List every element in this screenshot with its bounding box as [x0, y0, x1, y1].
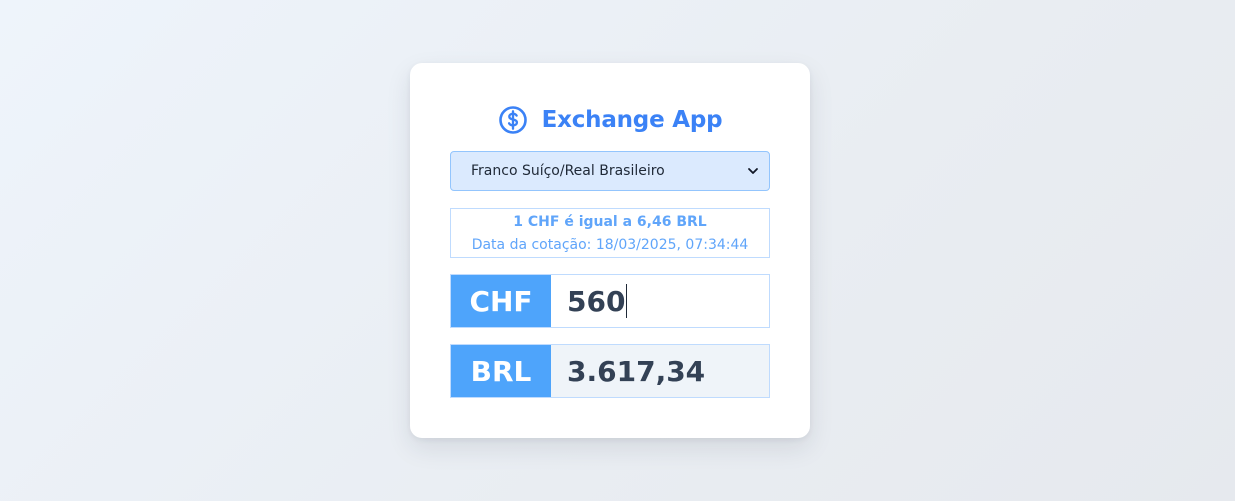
- currency-pair-select[interactable]: Franco Suíço/Real Brasileiro: [450, 151, 770, 191]
- target-currency-row: BRL 3.617,34: [450, 344, 770, 398]
- dollar-circle-icon: [498, 105, 528, 135]
- chevron-down-icon: [747, 165, 759, 177]
- source-amount-input[interactable]: 560: [551, 275, 769, 327]
- rate-date: Data da cotação: 18/03/2025, 07:34:44: [471, 237, 749, 253]
- rate-info: 1 CHF é igual a 6,46 BRL Data da cotação…: [450, 208, 770, 258]
- app-title: Exchange App: [541, 107, 723, 133]
- converted-amount: 3.617,34: [551, 345, 769, 397]
- app-header: Exchange App: [410, 103, 810, 137]
- target-currency-code: BRL: [451, 345, 551, 397]
- text-caret: [626, 284, 628, 318]
- exchange-card: Exchange App Franco Suíço/Real Brasileir…: [410, 63, 810, 438]
- rate-summary: 1 CHF é igual a 6,46 BRL: [513, 214, 707, 230]
- source-currency-code: CHF: [451, 275, 551, 327]
- source-currency-row: CHF 560: [450, 274, 770, 328]
- source-amount-value: 560: [567, 284, 626, 318]
- currency-pair-selected: Franco Suíço/Real Brasileiro: [471, 163, 665, 179]
